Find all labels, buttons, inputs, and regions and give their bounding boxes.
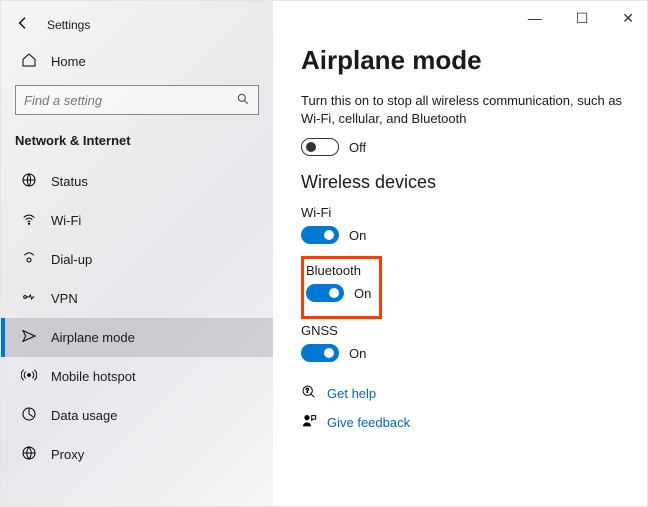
sidebar-item-hotspot[interactable]: Mobile hotspot: [1, 357, 273, 396]
nav-label: Status: [51, 174, 88, 189]
nav-label: Data usage: [51, 408, 118, 423]
airplane-toggle[interactable]: [301, 138, 339, 156]
sidebar-item-datausage[interactable]: Data usage: [1, 396, 273, 435]
help-icon: ?: [301, 384, 317, 403]
search-icon: [236, 92, 250, 109]
bluetooth-toggle-label: On: [354, 286, 371, 301]
nav-label: Proxy: [51, 447, 84, 462]
bluetooth-highlight: Bluetooth On: [301, 256, 382, 319]
page-title: Airplane mode: [301, 45, 623, 76]
search-input[interactable]: [15, 85, 259, 115]
device-bluetooth: Bluetooth On: [306, 263, 371, 302]
link-text: Give feedback: [327, 415, 410, 430]
app-title: Settings: [47, 18, 90, 32]
give-feedback-link[interactable]: Give feedback: [301, 413, 623, 432]
device-wifi: Wi-Fi On: [301, 205, 623, 244]
sidebar-item-proxy[interactable]: Proxy: [1, 435, 273, 474]
wifi-toggle[interactable]: [301, 226, 339, 244]
maximize-button[interactable]: ☐: [568, 6, 597, 31]
get-help-link[interactable]: ? Get help: [301, 384, 623, 403]
home-icon: [21, 52, 37, 71]
svg-text:?: ?: [306, 389, 310, 395]
close-button[interactable]: ✕: [614, 6, 642, 31]
section-heading: Network & Internet: [1, 127, 273, 162]
sidebar-item-wifi[interactable]: Wi-Fi: [1, 201, 273, 240]
dialup-icon: [21, 250, 37, 269]
sidebar-item-dialup[interactable]: Dial-up: [1, 240, 273, 279]
sidebar-item-vpn[interactable]: VPN: [1, 279, 273, 318]
wifi-toggle-label: On: [349, 228, 366, 243]
gnss-toggle-label: On: [349, 346, 366, 361]
nav-label: VPN: [51, 291, 78, 306]
nav-label: Wi-Fi: [51, 213, 81, 228]
help-links: ? Get help Give feedback: [301, 384, 623, 432]
nav-label: Mobile hotspot: [51, 369, 136, 384]
sidebar-item-status[interactable]: Status: [1, 162, 273, 201]
vpn-icon: [21, 289, 37, 308]
page-description: Turn this on to stop all wireless commun…: [301, 92, 623, 128]
window-controls: — ☐ ✕: [520, 6, 642, 31]
search-field[interactable]: [24, 93, 236, 108]
bluetooth-toggle[interactable]: [306, 284, 344, 302]
sidebar-item-airplane[interactable]: Airplane mode: [1, 318, 273, 357]
globe-icon: [21, 172, 37, 191]
datausage-icon: [21, 406, 37, 425]
minimize-button[interactable]: —: [520, 6, 550, 31]
home-button[interactable]: Home: [1, 44, 273, 79]
back-icon[interactable]: [15, 15, 31, 34]
device-label: GNSS: [301, 323, 623, 338]
nav-label: Dial-up: [51, 252, 92, 267]
airplane-toggle-row: Off: [301, 138, 623, 156]
device-label: Bluetooth: [306, 263, 371, 278]
proxy-icon: [21, 445, 37, 464]
hotspot-icon: [21, 367, 37, 386]
sidebar: Settings Home Network & Internet Status …: [1, 1, 273, 506]
main-content: — ☐ ✕ Airplane mode Turn this on to stop…: [273, 1, 647, 506]
airplane-icon: [21, 328, 37, 347]
wifi-icon: [21, 211, 37, 230]
wireless-heading: Wireless devices: [301, 172, 623, 193]
nav-list: Status Wi-Fi Dial-up VPN Airplane mode M…: [1, 162, 273, 474]
nav-label: Airplane mode: [51, 330, 135, 345]
gnss-toggle[interactable]: [301, 344, 339, 362]
home-label: Home: [51, 54, 86, 69]
device-gnss: GNSS On: [301, 323, 623, 362]
link-text: Get help: [327, 386, 376, 401]
device-label: Wi-Fi: [301, 205, 623, 220]
feedback-icon: [301, 413, 317, 432]
airplane-toggle-label: Off: [349, 140, 366, 155]
